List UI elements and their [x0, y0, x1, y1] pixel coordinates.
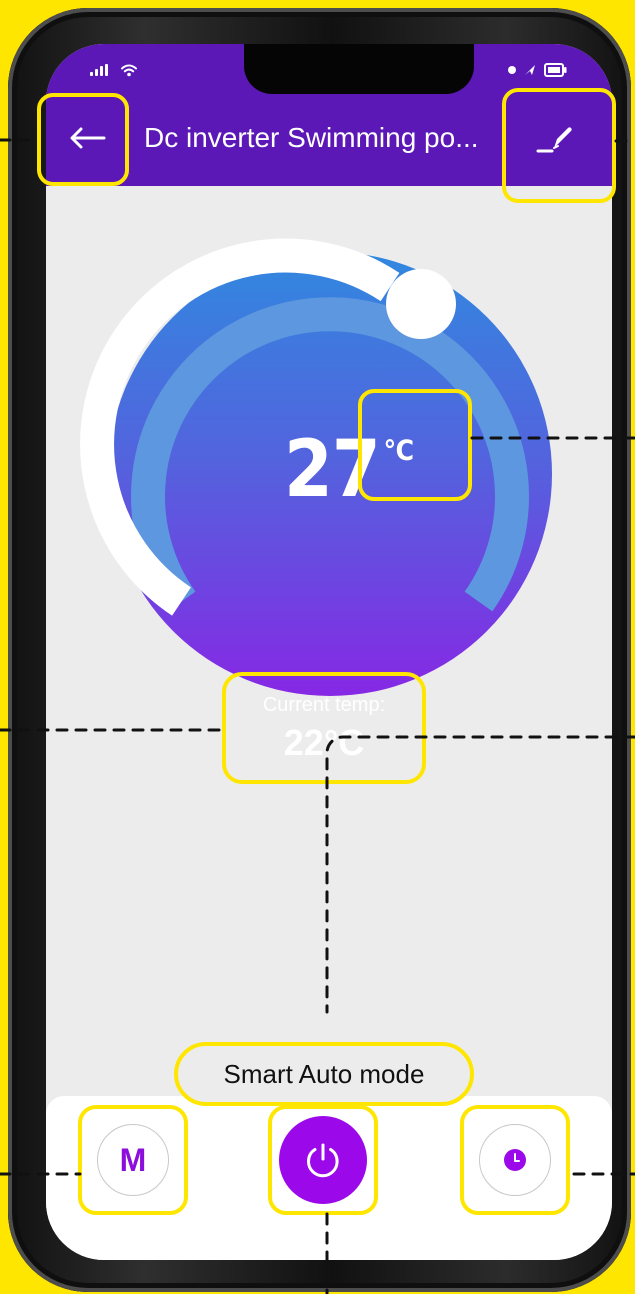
app-screen: Dc inverter Swimming po... 27 ℃ Current …	[46, 44, 612, 1260]
edit-button-highlight	[502, 88, 616, 203]
clock-icon	[504, 1149, 526, 1171]
battery-icon	[544, 63, 568, 77]
current-temperature-value: 22°C	[283, 722, 365, 763]
page-title: Dc inverter Swimming po...	[144, 122, 479, 153]
timer-button-circle	[479, 1124, 551, 1196]
camera-notch	[244, 44, 474, 94]
mode-letter: M	[119, 1142, 147, 1178]
power-button[interactable]	[268, 1105, 378, 1215]
dial-knob-highlight	[358, 389, 472, 501]
temperature-dial[interactable]: 27 ℃	[80, 238, 552, 696]
current-temperature-box: Current temp: 22°C	[222, 672, 426, 784]
status-right	[508, 63, 568, 77]
signal-icon	[90, 64, 112, 76]
mode-button[interactable]: M	[78, 1105, 188, 1215]
location-arrow-icon	[524, 64, 536, 76]
back-button-highlight	[37, 93, 129, 186]
power-icon	[306, 1143, 339, 1178]
status-left	[90, 63, 138, 77]
mode-indicator[interactable]: Smart Auto mode	[174, 1042, 474, 1106]
timer-button[interactable]	[460, 1105, 570, 1215]
power-button-circle	[279, 1116, 367, 1204]
location-dot-icon	[508, 66, 516, 74]
wifi-icon	[120, 63, 138, 77]
current-temperature-label: Current temp:	[262, 694, 386, 716]
mode-button-circle: M	[97, 1124, 169, 1196]
dial-knob-icon[interactable]	[386, 269, 456, 339]
